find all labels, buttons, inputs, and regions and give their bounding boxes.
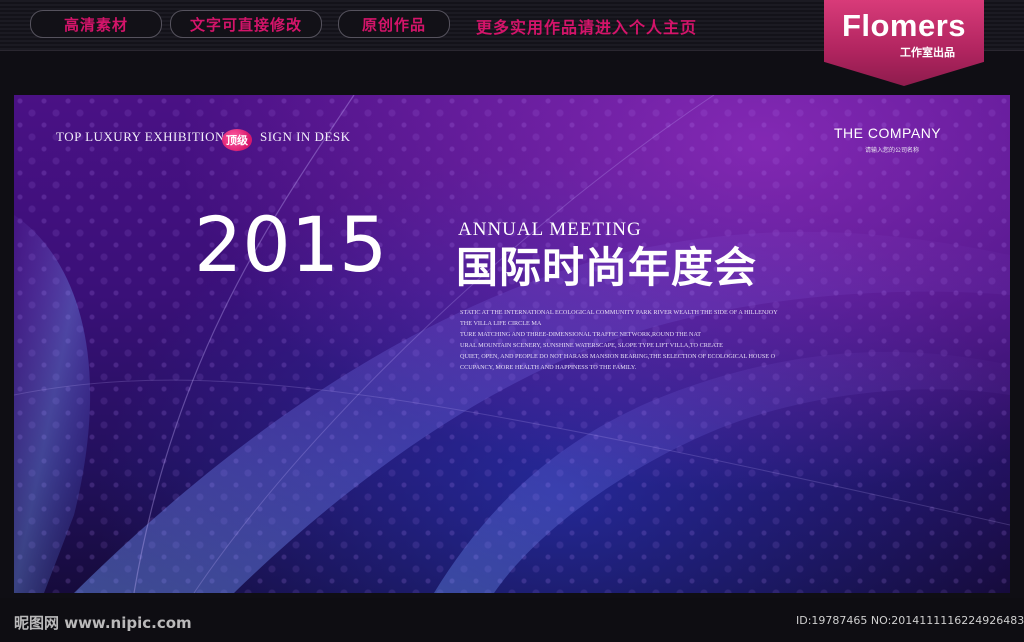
subtitle-top-luxury: TOP LUXURY EXHIBITION	[56, 129, 225, 144]
poster-page: 高清素材 文字可直接修改 原创作品 更多实用作品请进入个人主页 Flomers …	[0, 0, 1024, 642]
company-name: THE COMPANY	[834, 125, 942, 141]
subtitle-sign-in-desk: SIGN IN DESK	[260, 129, 351, 144]
top-grade-badge: 顶级	[222, 129, 252, 151]
brand-name: Flomers	[841, 8, 967, 43]
company-name-hint: 请输入您的公司名称	[865, 147, 920, 154]
body-line: URAL MOUNTAIN SCENERY, SUNSHINE WATERSCA…	[460, 342, 723, 349]
body-line: CCUPANCY, MORE HEALTH AND HAPPINESS TO T…	[460, 364, 637, 371]
brand-tag: Flomers 工作室出品	[824, 0, 984, 86]
annual-meeting-label: ANNUAL MEETING	[458, 219, 642, 240]
original-work-button[interactable]: 原创作品	[338, 10, 450, 38]
body-line: QUIET, OPEN, AND PEOPLE DO NOT HARASS MA…	[460, 353, 776, 360]
event-title: 国际时尚年度会	[456, 243, 758, 292]
event-banner: TOP LUXURY EXHIBITION 顶级 SIGN IN DESK TH…	[14, 95, 1010, 593]
ribbon-left	[14, 215, 91, 593]
editable-text-button[interactable]: 文字可直接修改	[170, 10, 322, 38]
footer-bar: 昵图网 www.nipic.com ID:19787465 NO:2014111…	[0, 598, 1024, 642]
site-watermark: 昵图网 www.nipic.com	[14, 614, 192, 632]
image-id-label: ID:19787465 NO:20141111162249264836	[796, 614, 1024, 627]
homepage-promo-link[interactable]: 更多实用作品请进入个人主页	[476, 14, 697, 38]
body-line: THE VILLA LIFE CIRCLE MA	[460, 320, 542, 327]
hd-material-button[interactable]: 高清素材	[30, 10, 162, 38]
brand-subtitle: 工作室出品	[900, 46, 955, 59]
ribbon-right	[434, 351, 1010, 593]
event-year: 2015	[194, 200, 388, 289]
body-line: TURE MATCHING AND THREE-DIMENSIONAL TRAF…	[460, 331, 702, 338]
body-copy: STATIC AT THE INTERNATIONAL ECOLOGICAL C…	[460, 307, 840, 373]
top-toolbar: 高清素材 文字可直接修改 原创作品 更多实用作品请进入个人主页 Flomers …	[0, 0, 1024, 86]
body-line: STATIC AT THE INTERNATIONAL ECOLOGICAL C…	[460, 309, 778, 316]
